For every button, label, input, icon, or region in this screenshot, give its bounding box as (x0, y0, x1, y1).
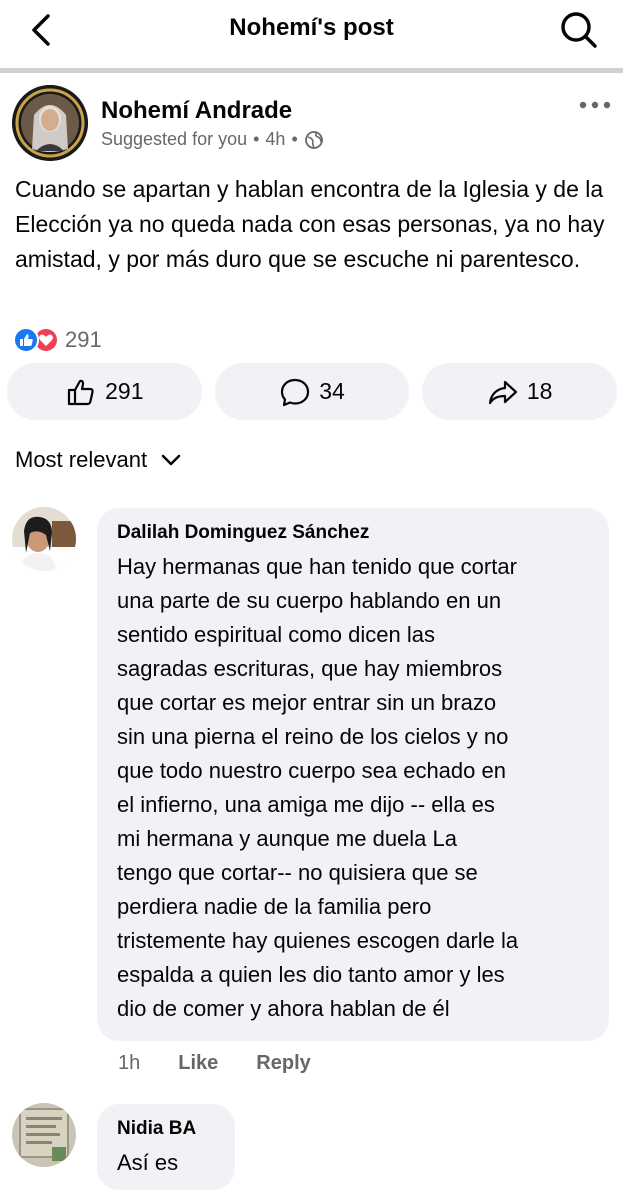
search-icon[interactable] (557, 8, 601, 52)
comment-bubble: Dalilah Dominguez Sánchez Hay hermanas q… (97, 508, 609, 1041)
header-divider (0, 68, 623, 73)
commenter-name[interactable]: Nidia BA (117, 1118, 215, 1140)
comment-text: Hay hermanas que han tenido que cortar u… (117, 554, 519, 1021)
share-count: 18 (526, 378, 553, 404)
separator-dot: • (253, 129, 260, 149)
comment-reply-button[interactable]: Reply (256, 1052, 310, 1075)
commenter-avatar[interactable] (12, 507, 76, 571)
post-time[interactable]: 4h (265, 129, 285, 150)
reaction-count: 291 (65, 327, 102, 352)
top-bar: Nohemí's post (0, 0, 623, 68)
avatar-image (12, 85, 88, 161)
comment-text: Así es (117, 1150, 179, 1175)
like-button[interactable]: 291 (7, 363, 202, 420)
avatar-image (12, 507, 76, 571)
page-title: Nohemí's post (229, 14, 394, 41)
share-icon (488, 380, 517, 404)
commenter-avatar[interactable] (12, 1103, 76, 1167)
post-header: Nohemí Andrade Suggested for you • 4h • (12, 85, 612, 161)
comment-footer: 1h Like Reply (118, 1052, 311, 1075)
reactions-summary[interactable]: 291 (13, 326, 102, 354)
comment-button[interactable]: 34 (214, 363, 410, 420)
post-meta: Suggested for you • 4h • (101, 129, 324, 150)
like-count: 291 (105, 378, 144, 404)
author-avatar[interactable] (12, 85, 88, 161)
commenter-name[interactable]: Dalilah Dominguez Sánchez (117, 522, 589, 544)
suggested-label: Suggested for you (101, 129, 248, 149)
comment-icon (281, 378, 310, 406)
chevron-down-icon (161, 454, 181, 466)
like-reaction-icon (13, 327, 39, 353)
comment-bubble: Nidia BA Así es (97, 1104, 235, 1190)
avatar-image (12, 1103, 76, 1167)
post-actions: 291 34 18 (7, 363, 618, 420)
thumbs-up-icon (68, 379, 94, 405)
comment-sort-dropdown[interactable]: Most relevant (15, 447, 181, 473)
globe-icon (304, 130, 323, 149)
share-button[interactable]: 18 (422, 363, 618, 420)
separator-dot: • (291, 129, 298, 149)
comment-count: 34 (319, 378, 345, 404)
comment-time: 1h (118, 1052, 141, 1074)
more-options-icon[interactable] (578, 95, 612, 115)
comment-like-button[interactable]: Like (178, 1052, 218, 1075)
post-text: Cuando se apartan y hablan encontra de l… (15, 176, 605, 272)
sort-label: Most relevant (15, 447, 148, 472)
author-name[interactable]: Nohemí Andrade (101, 97, 292, 125)
